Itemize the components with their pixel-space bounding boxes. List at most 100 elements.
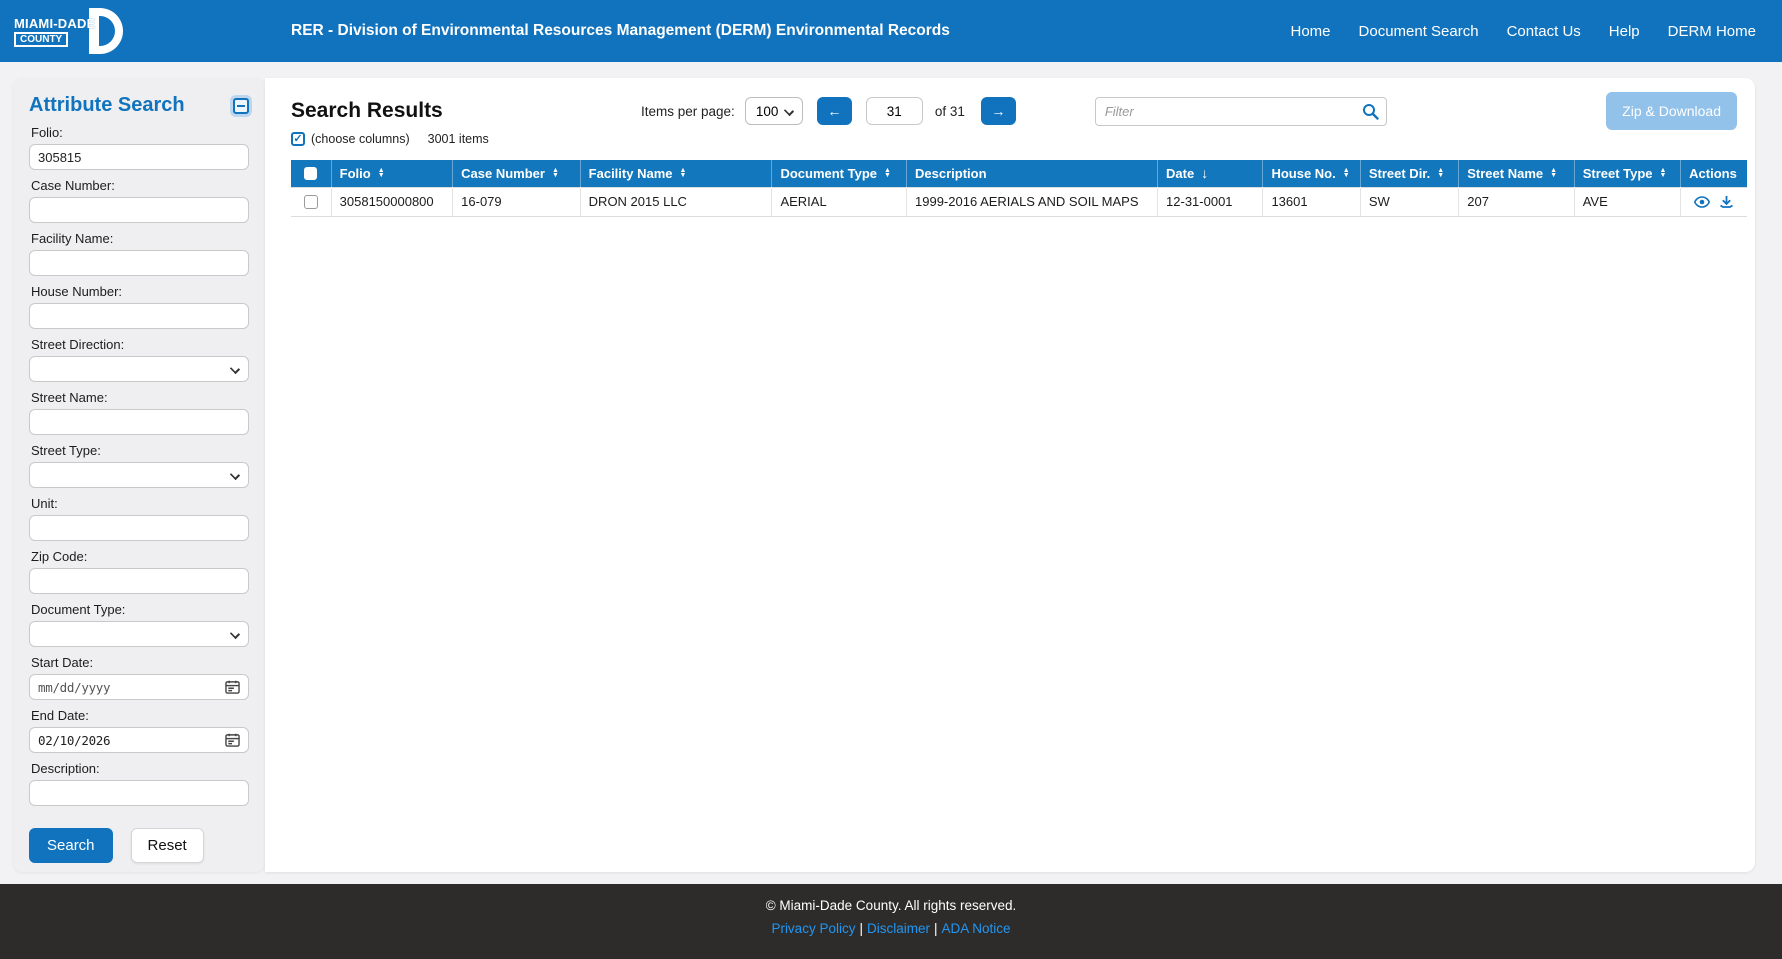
content-area: Attribute Search Folio: Case Number: Fac… [0,62,1782,878]
items-per-page-label: Items per page: [641,104,735,119]
col-document-type-label: Document Type [780,166,877,181]
cell-facility-name: DRON 2015 LLC [580,187,772,216]
page-count-label: of 31 [935,104,965,119]
row-select-cell [291,187,331,216]
start-date-value: mm/dd/yyyy [38,680,110,695]
attribute-search-title: Attribute Search [29,94,185,117]
ada-notice-link[interactable]: ADA Notice [942,921,1011,936]
calendar-icon[interactable] [225,680,240,694]
description-input[interactable] [29,780,249,806]
select-all-header-cell [291,160,331,187]
filter-field [1095,97,1387,126]
sort-descending-icon[interactable] [1201,165,1208,181]
nav-derm-home[interactable]: DERM Home [1668,23,1756,40]
cell-street-name: 207 [1459,187,1574,216]
search-icon[interactable] [1362,103,1379,120]
previous-page-button[interactable] [817,97,852,125]
app-header: MIAMI-DADE COUNTY RER - Division of Envi… [0,0,1782,62]
download-icon[interactable] [1719,195,1734,209]
case-number-label: Case Number: [31,178,249,193]
chevron-down-icon [230,364,240,374]
col-description-label: Description [915,166,987,181]
page-title: RER - Division of Environmental Resource… [291,22,950,40]
logo-line1: MIAMI-DADE [14,16,95,31]
sort-icon[interactable] [1660,168,1667,179]
zip-code-label: Zip Code: [31,549,249,564]
cell-folio: 3058150000800 [331,187,453,216]
nav-help[interactable]: Help [1609,23,1640,40]
street-direction-select[interactable] [29,356,249,382]
nav-document-search[interactable]: Document Search [1359,23,1479,40]
zip-and-download-button[interactable]: Zip & Download [1606,92,1737,130]
select-all-checkbox[interactable] [304,167,317,180]
search-results-title: Search Results [291,99,641,123]
cell-description: 1999-2016 AERIALS AND SOIL MAPS [907,187,1158,216]
pagination-controls: Items per page: 100 of 31 [641,97,1020,125]
row-checkbox[interactable] [304,195,318,209]
results-table: Folio Case Number Facility Name Document… [291,160,1747,217]
sort-icon[interactable] [1437,168,1444,179]
unit-input[interactable] [29,515,249,541]
cell-case-number: 16-079 [453,187,581,216]
cell-street-dir: SW [1360,187,1458,216]
nav-contact-us[interactable]: Contact Us [1507,23,1581,40]
facility-name-label: Facility Name: [31,231,249,246]
col-actions-label: Actions [1689,166,1737,181]
choose-columns-label: (choose columns) [311,132,410,146]
chevron-down-icon [784,106,794,116]
document-type-select[interactable] [29,621,249,647]
sort-icon[interactable] [680,168,687,179]
next-page-button[interactable] [981,97,1016,125]
folio-input[interactable] [29,144,249,170]
items-per-page-select[interactable]: 100 [745,97,803,125]
page-footer: © Miami-Dade County. All rights reserved… [0,884,1782,959]
sort-icon[interactable] [1343,168,1350,179]
col-case-number-label: Case Number [461,166,545,181]
miami-dade-logo[interactable]: MIAMI-DADE COUNTY [14,8,123,54]
zip-code-input[interactable] [29,568,249,594]
sort-icon[interactable] [884,168,891,179]
street-type-label: Street Type: [31,443,249,458]
view-eye-icon[interactable] [1694,196,1710,208]
start-date-label: Start Date: [31,655,249,670]
start-date-input[interactable]: mm/dd/yyyy [29,674,249,700]
filter-input[interactable] [1095,97,1387,126]
privacy-policy-link[interactable]: Privacy Policy [771,921,855,936]
items-per-page-value: 100 [756,104,779,119]
street-type-select[interactable] [29,462,249,488]
choose-columns-checkbox[interactable] [291,132,305,146]
case-number-input[interactable] [29,197,249,223]
cell-date: 12-31-0001 [1158,187,1263,216]
attribute-search-panel: Attribute Search Folio: Case Number: Fac… [13,78,265,872]
col-description: Description [907,160,1158,187]
sort-icon[interactable] [552,168,559,179]
end-date-input[interactable]: 02/10/2026 [29,727,249,753]
col-facility-name-label: Facility Name [589,166,673,181]
house-number-input[interactable] [29,303,249,329]
cell-street-type: AVE [1574,187,1680,216]
house-number-label: House Number: [31,284,249,299]
col-street-dir-label: Street Dir. [1369,166,1430,181]
col-street-dir: Street Dir. [1360,160,1458,187]
calendar-icon[interactable] [225,733,240,747]
facility-name-input[interactable] [29,250,249,276]
collapse-panel-icon[interactable] [233,98,249,114]
search-results-panel: Search Results Items per page: 100 of 31… [265,78,1755,872]
street-name-input[interactable] [29,409,249,435]
search-button[interactable]: Search [29,828,113,863]
col-date: Date [1158,160,1263,187]
copyright-text: © Miami-Dade County. All rights reserved… [0,898,1782,913]
col-facility-name: Facility Name [580,160,772,187]
page-number-input[interactable] [866,97,923,125]
folio-label: Folio: [31,125,249,140]
nav-home[interactable]: Home [1291,23,1331,40]
col-street-name: Street Name [1459,160,1574,187]
disclaimer-link[interactable]: Disclaimer [867,921,930,936]
sort-icon[interactable] [1550,168,1557,179]
end-date-label: End Date: [31,708,249,723]
chevron-down-icon [230,629,240,639]
sort-icon[interactable] [378,168,385,179]
reset-button[interactable]: Reset [131,828,204,863]
unit-label: Unit: [31,496,249,511]
cell-actions [1681,187,1747,216]
